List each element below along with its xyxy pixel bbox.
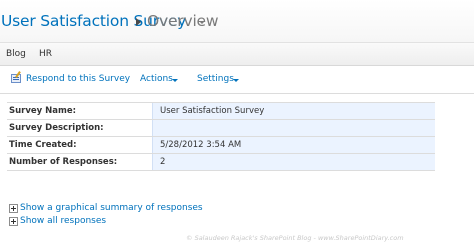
details-row-responses: Number of Responses: 2 [7, 154, 435, 171]
show-all-responses-link[interactable]: Show all responses [20, 216, 106, 226]
details-row-name: Survey Name: User Satisfaction Survey [7, 102, 435, 120]
page-name-dropdown[interactable]: Overview [147, 12, 219, 30]
settings-chevron-down-icon[interactable] [233, 79, 239, 82]
time-created-label: Time Created: [9, 140, 77, 150]
survey-name-value: User Satisfaction Survey [152, 103, 435, 119]
chevron-down-icon[interactable] [199, 21, 205, 24]
topnav-item-hr[interactable]: HR [39, 49, 52, 59]
expand-plus-icon[interactable] [9, 204, 18, 213]
survey-description-value [152, 120, 435, 136]
respond-to-survey-button[interactable]: Respond to this Survey [26, 74, 130, 84]
number-of-responses-label: Number of Responses: [9, 157, 118, 167]
actions-chevron-down-icon[interactable] [172, 79, 178, 82]
number-of-responses-value: 2 [152, 154, 435, 170]
breadcrumb-arrow-icon [136, 18, 141, 26]
toolbar-divider [0, 93, 474, 94]
actions-menu[interactable]: Actions [140, 74, 173, 84]
details-row-time-created: Time Created: 5/28/2012 3:54 AM [7, 137, 435, 154]
settings-menu[interactable]: Settings [197, 74, 234, 84]
show-graphical-summary-link[interactable]: Show a graphical summary of responses [20, 203, 203, 213]
details-row-description: Survey Description: [7, 120, 435, 137]
survey-toolbar: Respond to this Survey Actions Settings [0, 65, 474, 93]
survey-description-label: Survey Description: [9, 123, 104, 133]
topnav-item-blog[interactable]: Blog [6, 49, 26, 59]
title-bar: User Satisfaction Survey Overview [0, 0, 474, 42]
time-created-value: 5/28/2012 3:54 AM [152, 137, 435, 153]
survey-details-table: Survey Name: User Satisfaction Survey Su… [7, 102, 435, 171]
top-navigation: Blog HR [0, 42, 474, 66]
watermark-text: © Salaudeen Rajack's SharePoint Blog - w… [186, 234, 404, 242]
expand-plus-icon[interactable] [9, 217, 18, 226]
survey-name-label: Survey Name: [9, 106, 77, 116]
